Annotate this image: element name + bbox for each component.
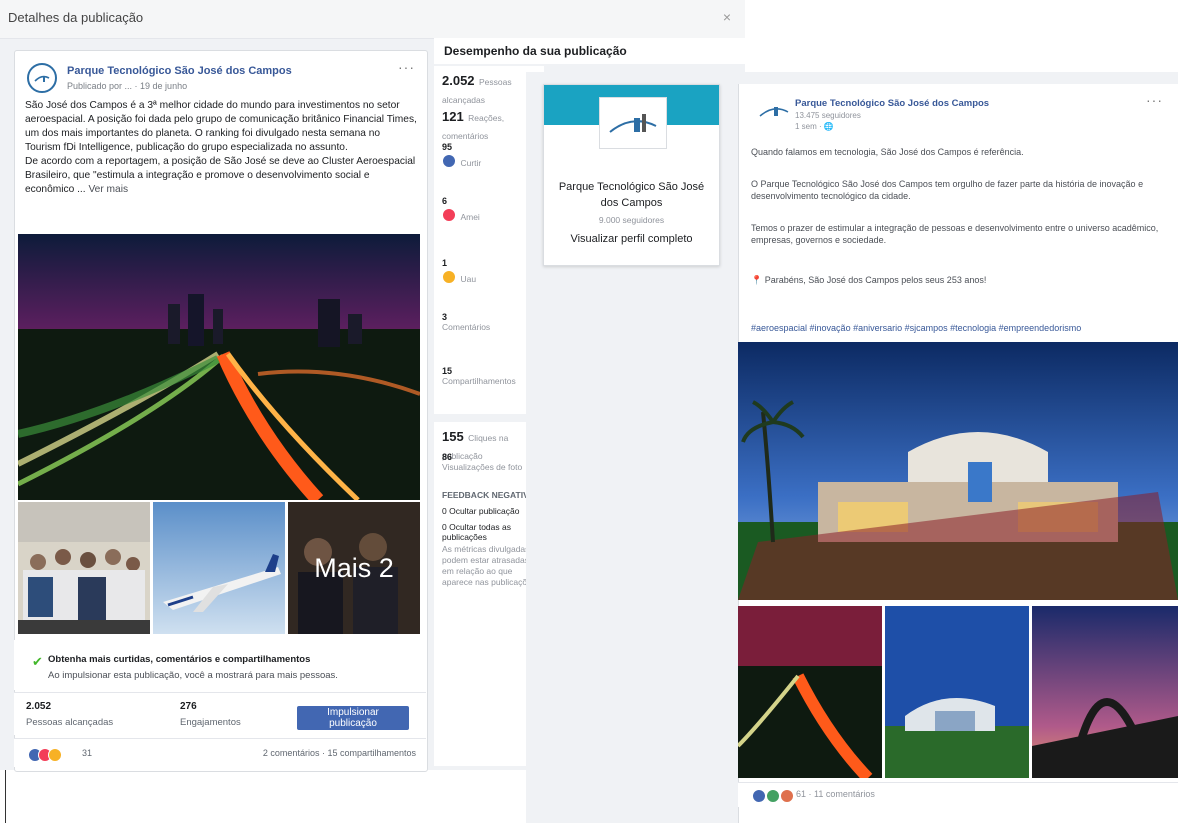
reach-label: Pessoas alcançadas	[26, 717, 114, 728]
thumb-photo-meeting[interactable]	[18, 502, 150, 634]
perf-shares-label: Compartilhamentos	[442, 376, 516, 386]
close-icon[interactable]: ×	[723, 9, 731, 25]
post-text: São José dos Campos é a 3ª melhor cidade…	[25, 99, 417, 197]
more-photos-overlay[interactable]: Mais 2	[288, 502, 420, 634]
perf-wow-label: Uau	[460, 274, 477, 284]
wow-icon	[442, 270, 456, 284]
post-main-photo[interactable]	[18, 234, 420, 500]
dialog-header: Detalhes da publicação ×	[0, 0, 745, 39]
post-paragraph-2: De acordo com a reportagem, a posição de…	[25, 155, 417, 197]
arch-bridge-photo	[1032, 606, 1178, 778]
like-icon	[442, 154, 456, 168]
perf-likes-label: Curtir	[460, 158, 482, 168]
thumb-building-daytime[interactable]	[885, 606, 1029, 778]
perf-wow: 1 Uau	[442, 258, 476, 287]
more-options-icon[interactable]: ···	[398, 59, 415, 75]
page-name-link[interactable]: Parque Tecnológico São José dos Campos	[795, 98, 989, 109]
night-highway-photo	[738, 606, 882, 778]
building-logo-icon	[609, 114, 657, 133]
thumb-night-highway[interactable]	[738, 606, 882, 778]
reactions-row: 31 2 comentários · 15 compartilhamentos	[14, 738, 426, 767]
engagement-label: Engajamentos	[180, 717, 241, 728]
perf-photo-views-label: Visualizações de foto	[442, 462, 523, 472]
logo-icon	[34, 75, 50, 82]
perf-clicks-value: 155	[442, 429, 464, 444]
post-hashtags[interactable]: #aeroespacial #inovação #aniversario #sj…	[751, 322, 1171, 334]
profile-hover-card: Parque Tecnológico São José dos Campos 9…	[543, 84, 720, 266]
perf-wow-value: 1	[442, 258, 448, 268]
boost-tip: ✔ Obtenha mais curtidas, comentários e c…	[14, 640, 426, 690]
linkedin-reactions-row: 61 · 11 comentários	[738, 782, 1178, 807]
thumb-photo-airplane[interactable]	[153, 502, 285, 634]
perf-likes-value: 95	[442, 142, 453, 152]
perf-love: 6 Amei	[442, 196, 480, 225]
profile-followers: 9.000 seguidores	[598, 215, 665, 225]
boost-tip-subtitle: Ao impulsionar esta publicação, você a m…	[48, 670, 338, 681]
perf-comments-value: 3	[442, 312, 448, 322]
perf-comments: 3 Comentários	[442, 312, 490, 332]
post-paragraph-4: 📍 Parabéns, São José dos Campos pelos se…	[751, 275, 987, 285]
night-highway-photo	[18, 234, 420, 500]
post-age: 1 sem · 🌐	[795, 122, 834, 131]
linkedin-reaction-count[interactable]: 61 · 11 comentários	[796, 789, 875, 799]
love-icon[interactable]	[780, 789, 794, 803]
performance-title: Desempenho da sua publicação	[444, 44, 627, 58]
comments-shares-count[interactable]: 2 comentários · 15 compartilhamentos	[263, 748, 416, 758]
perf-love-label: Amei	[460, 212, 480, 222]
perf-shares: 15 Compartilhamentos	[442, 366, 516, 386]
hide-post-stat: 0 Ocultar publicação	[442, 506, 520, 516]
post-paragraph-1: Quando falamos em tecnologia, São José d…	[751, 147, 1024, 157]
perf-comments-label: Comentários	[442, 322, 491, 332]
boost-post-button[interactable]: Impulsionar publicação	[297, 706, 409, 730]
post-paragraph-2: O Parque Tecnológico São José dos Campos…	[751, 179, 1144, 201]
thumb-photo-more[interactable]: Mais 2	[288, 502, 420, 634]
post-paragraph-3: Temos o prazer de estimular a integração…	[751, 223, 1159, 245]
boost-tip-title: Obtenha mais curtidas, comentários e com…	[48, 654, 311, 665]
perf-love-value: 6	[442, 196, 448, 206]
love-icon	[442, 208, 456, 222]
perf-reactions-value: 121	[442, 109, 464, 124]
view-full-profile-link[interactable]: Visualizar perfil completo	[548, 233, 715, 245]
negative-feedback-title: FEEDBACK NEGATIVO	[442, 490, 536, 500]
reach-value: 2.052	[26, 701, 52, 712]
followers-count: 13.475 seguidores	[795, 111, 861, 120]
page-avatar[interactable]	[759, 98, 789, 120]
perf-photo-views: 86 Visualizações de foto	[442, 452, 522, 472]
thumb-arch-bridge[interactable]	[1032, 606, 1178, 778]
page-avatar[interactable]	[27, 63, 57, 93]
building-photo	[738, 342, 1178, 600]
wow-icon[interactable]	[48, 748, 62, 762]
meeting-photo	[18, 502, 150, 634]
building-logo-icon	[759, 107, 789, 117]
post-paragraph-2-text: De acordo com a reportagem, a posição de…	[25, 156, 416, 195]
engagement-value: 276	[180, 701, 197, 712]
airplane-photo	[153, 502, 285, 634]
more-options-icon[interactable]: ···	[1146, 92, 1163, 108]
check-icon: ✔	[32, 654, 43, 669]
reaction-count[interactable]: 31	[82, 748, 92, 758]
see-more-link[interactable]: Ver mais	[88, 184, 128, 195]
performance-header: Desempenho da sua publicação	[434, 38, 745, 64]
perf-likes: 95 Curtir	[442, 142, 481, 171]
perf-photo-views-value: 86	[442, 452, 453, 462]
profile-name[interactable]: Parque Tecnológico São José dos Campos	[554, 179, 709, 211]
dialog-title: Detalhes da publicação	[8, 10, 144, 25]
perf-shares-value: 15	[442, 366, 453, 376]
post-meta: Publicado por ... · 19 de junho	[67, 81, 188, 91]
building-photo	[885, 606, 1029, 778]
perf-reach-value: 2.052	[442, 73, 475, 88]
profile-avatar[interactable]	[599, 97, 667, 149]
page-name-link[interactable]: Parque Tecnológico São José dos Campos	[67, 65, 292, 77]
like-icon[interactable]	[752, 789, 766, 803]
post-paragraph-1: São José dos Campos é a 3ª melhor cidade…	[25, 100, 417, 153]
tech-park-building-photo[interactable]	[738, 342, 1178, 600]
celebrate-icon[interactable]	[766, 789, 780, 803]
